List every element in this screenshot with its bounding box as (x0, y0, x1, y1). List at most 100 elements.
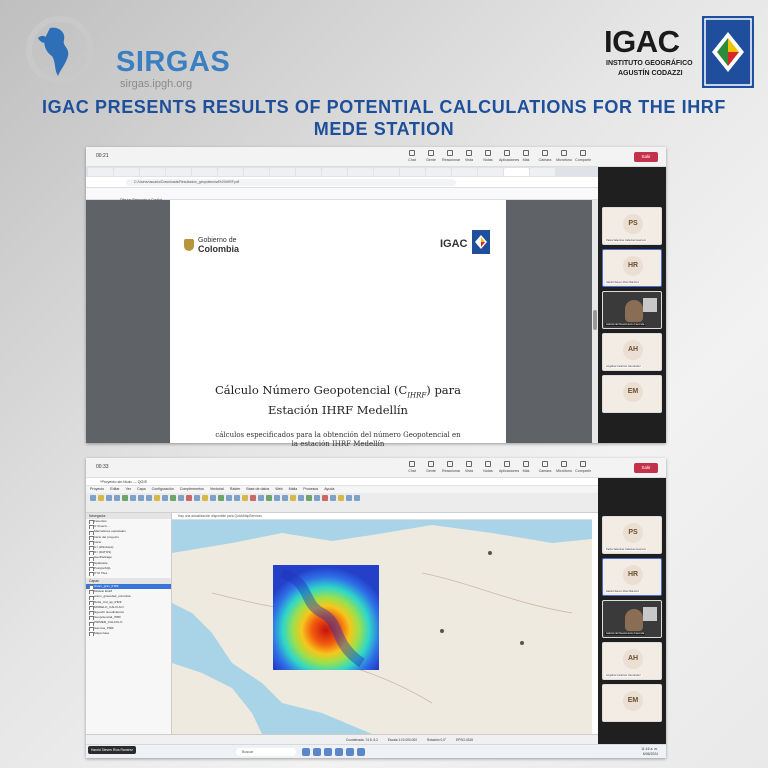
browser-tab[interactable] (452, 168, 477, 176)
start-icon[interactable] (302, 748, 310, 756)
menu-item[interactable]: Ráster (230, 486, 241, 493)
meeting-action-people[interactable]: Gente (423, 150, 439, 162)
meeting-action-mic[interactable]: Micrófono (556, 150, 572, 162)
participant-tile[interactable]: AH Angélica Gutiérrez Hernández (602, 642, 662, 680)
browser-tab[interactable] (530, 168, 555, 176)
participant-tile[interactable]: HR Harold Steven Ríos Ramírez (602, 249, 662, 287)
meeting-action-share[interactable]: Compartir (575, 150, 591, 162)
map-canvas[interactable]: Hay una actualización disponible para Qu… (172, 513, 592, 734)
teams-icon[interactable] (335, 748, 343, 756)
browser-tab[interactable] (244, 168, 269, 176)
status-rotation[interactable]: Rotación 0,0° (427, 735, 446, 744)
taskbar-search[interactable]: Buscar (236, 748, 296, 756)
mesh-icon[interactable] (298, 495, 304, 501)
pan-icon[interactable] (122, 495, 128, 501)
menu-item[interactable]: Base de datos (246, 486, 269, 493)
browser-tab[interactable] (400, 168, 425, 176)
meeting-action-apps[interactable]: Aplicaciones (499, 461, 519, 473)
browser-tab[interactable] (166, 168, 191, 176)
browser-tab[interactable] (374, 168, 399, 176)
digitize-icon[interactable] (234, 495, 240, 501)
menu-item[interactable]: Ayuda (324, 486, 334, 493)
status-scale[interactable]: Escala 1:10.000.000 (388, 735, 417, 744)
undo-icon[interactable] (322, 495, 328, 501)
zoom-out-icon[interactable] (138, 495, 144, 501)
participant-tile[interactable]: HR Harold Steven Ríos Ramírez (602, 558, 662, 596)
browser-tab-active[interactable] (504, 168, 529, 176)
browser-tab[interactable] (426, 168, 451, 176)
menu-item[interactable]: Web (275, 486, 282, 493)
browser-tab[interactable] (322, 168, 347, 176)
statistics-icon[interactable] (210, 495, 216, 501)
delete-icon[interactable] (250, 495, 256, 501)
meeting-action-people[interactable]: Gente (423, 461, 439, 473)
pdf-icon[interactable] (357, 748, 365, 756)
meeting-action-notes[interactable]: Notas (480, 150, 496, 162)
menu-item[interactable]: Vectorial (210, 486, 224, 493)
plugin-icon[interactable] (266, 495, 272, 501)
meeting-action-chat[interactable]: Chat (404, 461, 420, 473)
participant-video-tile[interactable]: Gabriel del Nascimiento Fazenda (602, 600, 662, 638)
scrollbar-thumb[interactable] (593, 310, 597, 330)
meeting-action-apps[interactable]: Aplicaciones (499, 150, 519, 162)
meeting-action-chat[interactable]: Chat (404, 150, 420, 162)
open-project-icon[interactable] (98, 495, 104, 501)
participant-tile[interactable]: EM (602, 684, 662, 722)
processing-icon[interactable] (218, 495, 224, 501)
browser-icon[interactable] (324, 748, 332, 756)
browser-tab[interactable] (218, 168, 243, 176)
print-layout-icon[interactable] (114, 495, 120, 501)
select-icon[interactable] (178, 495, 184, 501)
meeting-action-more[interactable]: Más (518, 150, 534, 162)
new-project-icon[interactable] (90, 495, 96, 501)
meeting-action-view[interactable]: Vista (461, 150, 477, 162)
menu-item[interactable]: Malla (289, 486, 298, 493)
participant-tile[interactable]: PS Paola Valentina Cabezas Guerrero (602, 207, 662, 245)
meeting-action-notes[interactable]: Notas (480, 461, 496, 473)
leave-button[interactable]: Salir (634, 463, 658, 473)
field-calculator-icon[interactable] (202, 495, 208, 501)
browser-tab[interactable] (192, 168, 217, 176)
menu-item[interactable]: Capa (137, 486, 146, 493)
refresh-icon[interactable] (274, 495, 280, 501)
attribute-table-icon[interactable] (194, 495, 200, 501)
save-icon[interactable] (106, 495, 112, 501)
participant-tile[interactable]: AH Angélica Gutiérrez Hernández (602, 333, 662, 371)
browser-tab[interactable] (478, 168, 503, 176)
menu-item[interactable]: Procesos (303, 486, 318, 493)
url-field[interactable]: C:/Users/usuario/Downloads/Resultados_ge… (126, 179, 456, 186)
add-layer-icon[interactable] (170, 495, 176, 501)
meeting-action-react[interactable]: Reaccionar (442, 150, 460, 162)
snapping-icon[interactable] (314, 495, 320, 501)
edit-icon[interactable] (242, 495, 248, 501)
menu-item[interactable]: Complementos (180, 486, 204, 493)
meeting-action-more[interactable]: Más (518, 461, 534, 473)
browser-tab[interactable] (348, 168, 373, 176)
meeting-action-view[interactable]: Vista (461, 461, 477, 473)
browser-tab[interactable] (270, 168, 295, 176)
measure-icon[interactable] (162, 495, 168, 501)
zoom-in-icon[interactable] (130, 495, 136, 501)
menu-item[interactable]: Editar (110, 486, 119, 493)
bookmark-icon[interactable] (338, 495, 344, 501)
python-icon[interactable] (258, 495, 264, 501)
participant-tile[interactable]: PS Paola Valentina Cabezas Guerrero (602, 516, 662, 554)
browser-tab[interactable] (88, 168, 113, 176)
browser-item[interactable]: XYZ Tiles (86, 571, 171, 577)
meeting-action-mic[interactable]: Micrófono (556, 461, 572, 473)
vector-icon[interactable] (290, 495, 296, 501)
identify-icon[interactable] (154, 495, 160, 501)
georeferencer-icon[interactable] (306, 495, 312, 501)
zoom-full-icon[interactable] (146, 495, 152, 501)
meeting-action-react[interactable]: Reaccionar (442, 461, 460, 473)
participant-tile[interactable]: EM (602, 375, 662, 413)
browser-tab[interactable] (296, 168, 321, 176)
meeting-action-camera[interactable]: Cámara (537, 150, 553, 162)
qgis-icon[interactable] (346, 748, 354, 756)
leave-button[interactable]: Salir (634, 152, 658, 162)
menu-item[interactable]: Configuración (152, 486, 174, 493)
browser-tab[interactable] (114, 168, 139, 176)
menu-item[interactable]: Proyecto (90, 486, 104, 493)
browser-tab[interactable] (140, 168, 165, 176)
redo-icon[interactable] (330, 495, 336, 501)
